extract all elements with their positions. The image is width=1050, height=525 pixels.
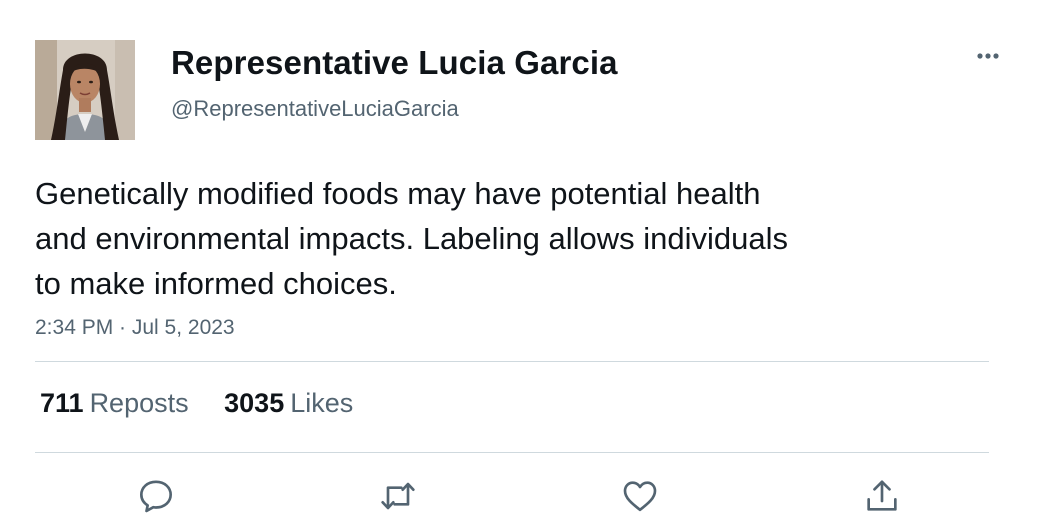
- reposts-count: 711: [40, 388, 84, 418]
- action-bar: [0, 476, 1050, 516]
- tweet-text: Genetically modified foods may have pote…: [35, 176, 789, 301]
- tweet-timestamp[interactable]: 2:34 PM · Jul 5, 2023: [35, 316, 235, 340]
- share-button[interactable]: [862, 476, 902, 516]
- repost-button[interactable]: [378, 476, 418, 516]
- repost-icon: [381, 482, 415, 510]
- like-button[interactable]: [620, 476, 660, 516]
- share-icon: [867, 480, 897, 511]
- more-horizontal-icon: [977, 53, 999, 59]
- reposts-stat[interactable]: 711 Reposts: [40, 388, 189, 419]
- divider: [35, 361, 989, 362]
- divider: [35, 452, 989, 453]
- reposts-label: Reposts: [89, 388, 189, 418]
- likes-stat[interactable]: 3035 Likes: [224, 388, 353, 419]
- more-options-button[interactable]: [970, 44, 1006, 68]
- avatar-image: [35, 40, 135, 140]
- author-display-name[interactable]: Representative Lucia Garcia: [171, 44, 618, 82]
- engagement-stats: 711 Reposts 3035 Likes: [40, 388, 381, 419]
- reply-button[interactable]: [136, 476, 176, 516]
- heart-icon: [623, 481, 657, 512]
- likes-count: 3035: [224, 388, 285, 418]
- reply-icon: [140, 480, 173, 513]
- avatar[interactable]: [35, 40, 135, 140]
- likes-label: Likes: [290, 388, 354, 418]
- tweet-card: Representative Lucia Garcia @Representat…: [0, 0, 1050, 525]
- author-handle[interactable]: @RepresentativeLuciaGarcia: [171, 96, 459, 122]
